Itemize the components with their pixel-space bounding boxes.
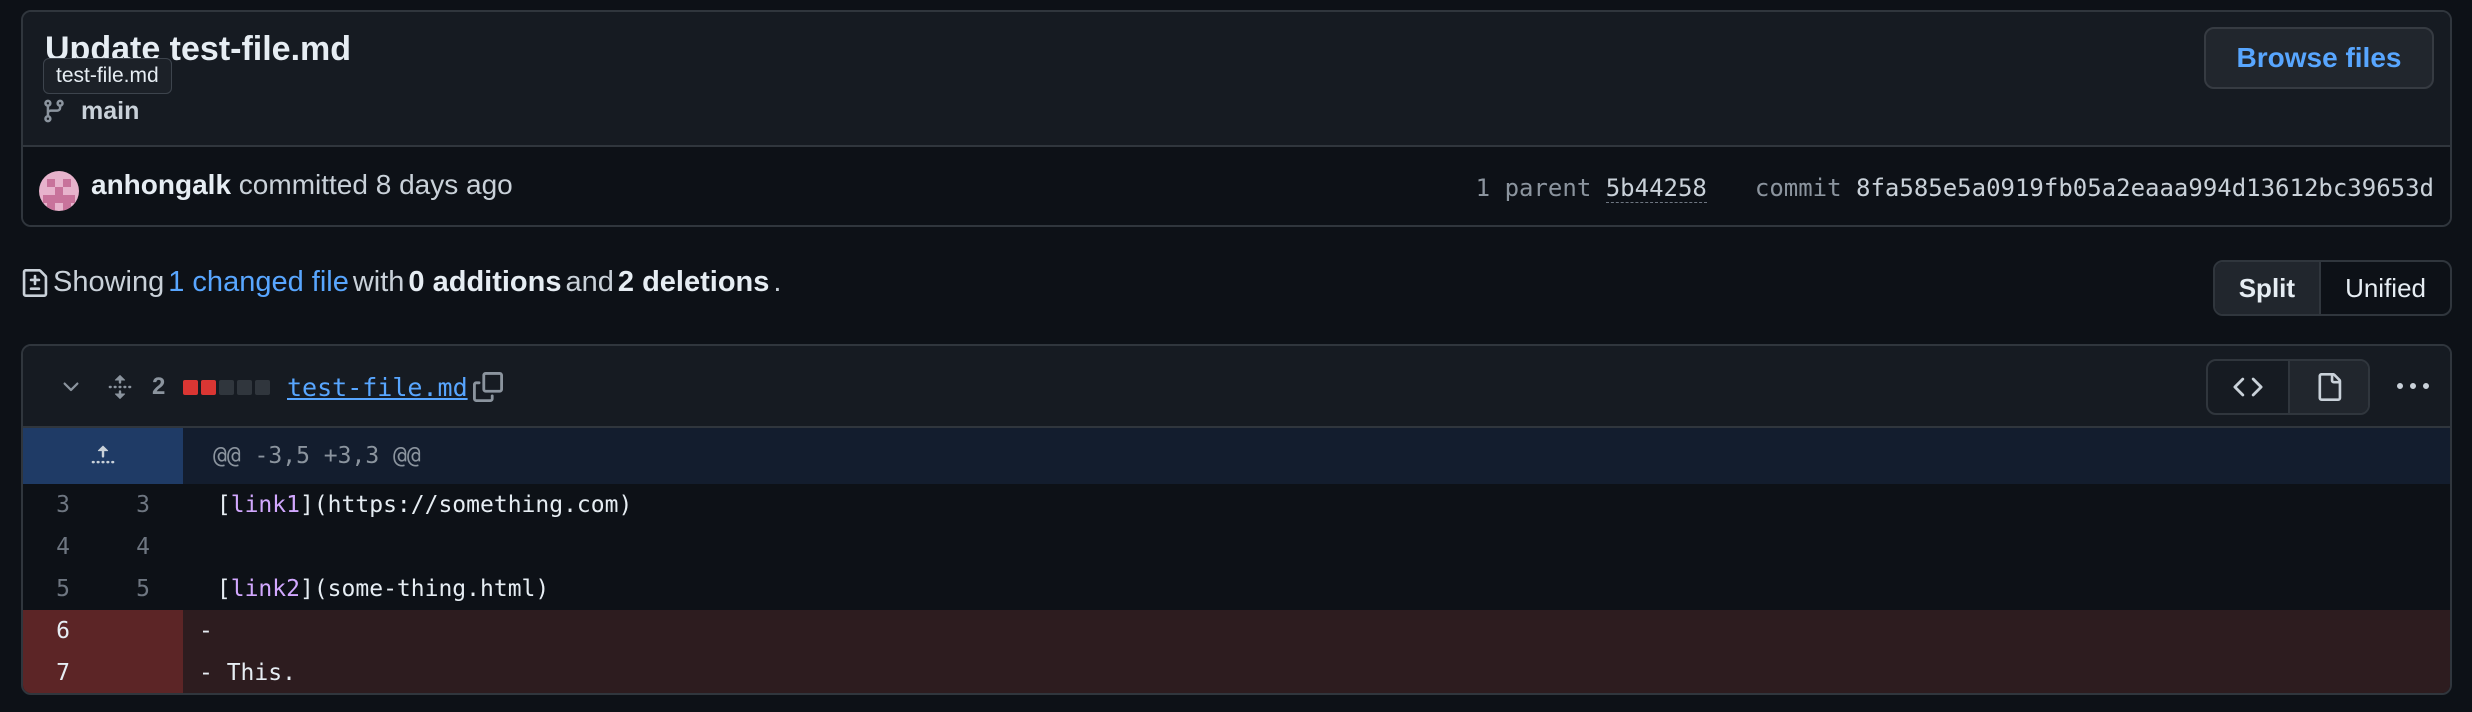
branch-name[interactable]: main [81,97,139,126]
hunk-header-row: @@ -3,5 +3,3 @@ [23,428,2450,484]
browse-files-button[interactable]: Browse files [2204,27,2434,89]
commit-title-bar: Update test-file.md test-file.md main Br… [23,12,2450,147]
commit-sha: 8fa585e5a0919fb05a2eaaa994d13612bc39653d [1856,174,2434,202]
diff-line: 3 3 [link1](https://something.com) [23,484,2450,526]
commit-meta: anhongalk committed 8 days ago 1 parent … [23,149,2450,225]
author-name[interactable]: anhongalk [91,169,231,200]
line-content [183,526,2450,568]
line-content: - [199,618,213,644]
with-text: with [352,266,405,298]
copy-path-button[interactable] [473,346,503,428]
diff-body: @@ -3,5 +3,3 @@ 3 3 [link1](https://some… [23,428,2450,693]
parent-label: 1 parent [1475,174,1592,202]
unified-view-button[interactable]: Unified [2321,262,2450,314]
link-text: link1 [230,492,300,518]
old-line-number[interactable]: 3 [23,484,103,526]
split-view-button[interactable]: Split [2214,262,2322,314]
author-line: anhongalk committed 8 days ago [91,169,513,201]
avatar[interactable] [39,171,79,211]
deleted-line: 6 - [23,610,2450,652]
old-line-number[interactable]: 5 [23,568,103,610]
fold-up-icon [91,445,115,464]
line-content: [link2](some-thing.html) [216,576,550,602]
kebab-horizontal-icon [2397,383,2429,389]
new-line-number[interactable]: 5 [103,568,183,610]
copy-icon [473,372,503,402]
new-line-number[interactable]: 4 [103,526,183,568]
diff-view-toggle: Split Unified [2212,260,2452,316]
commit-label: commit [1754,174,1842,202]
expand-up-button[interactable] [23,428,183,484]
filename-tooltip: test-file.md [43,58,172,94]
branch-indicator[interactable]: main [41,96,139,126]
git-branch-icon [44,99,64,123]
diffstat-blocks [183,346,270,428]
file-view-toggle [2206,359,2370,415]
line-content: [link1](https://something.com) [216,492,633,518]
collapse-toggle[interactable] [59,346,83,428]
new-line-number [103,610,183,652]
expand-all-button[interactable] [107,346,133,428]
old-line-number[interactable]: 7 [23,652,103,693]
chevron-down-icon [63,382,79,392]
showing-text: Showing [53,266,165,298]
old-line-number[interactable]: 4 [23,526,103,568]
additions-count: 0 additions [408,266,562,298]
parent-sha-link[interactable]: 5b44258 [1605,174,1707,203]
code-icon [2233,377,2263,397]
new-line-number [103,652,183,693]
file-header: 2 test-file.md [23,346,2450,428]
changed-files-link[interactable]: 1 changed file [168,266,349,299]
source-view-button[interactable] [2208,361,2288,413]
deletion-count: 2 [152,373,166,400]
deleted-line: 7 - This. [23,652,2450,693]
rich-view-button[interactable] [2288,361,2368,413]
file-icon [2318,373,2342,401]
diff-line: 5 5 [link2](some-thing.html) [23,568,2450,610]
unfold-icon [108,374,132,400]
line-content: - This. [199,660,296,686]
hunk-header: @@ -3,5 +3,3 @@ [213,443,421,469]
commit-header: Update test-file.md test-file.md main Br… [21,10,2452,227]
and-text: and [565,266,614,298]
diff-summary: Showing 1 changed file with 0 additions … [21,266,781,299]
link-text: link2 [230,576,300,602]
old-line-number[interactable]: 6 [23,610,103,652]
new-line-number[interactable]: 3 [103,484,183,526]
period-text: . [773,266,782,298]
committed-time: committed 8 days ago [238,169,513,200]
file-diff: 2 test-file.md @@ -3,5 +3,3 @@ 3 3 [link… [21,344,2452,695]
more-options-button[interactable] [2392,370,2434,404]
diff-line: 4 4 [23,526,2450,568]
file-diff-icon [22,268,48,297]
deletions-count: 2 deletions [617,266,770,298]
file-name-link[interactable]: test-file.md [287,346,468,428]
commit-shas: 1 parent 5b44258 commit 8fa585e5a0919fb0… [1475,174,2434,203]
